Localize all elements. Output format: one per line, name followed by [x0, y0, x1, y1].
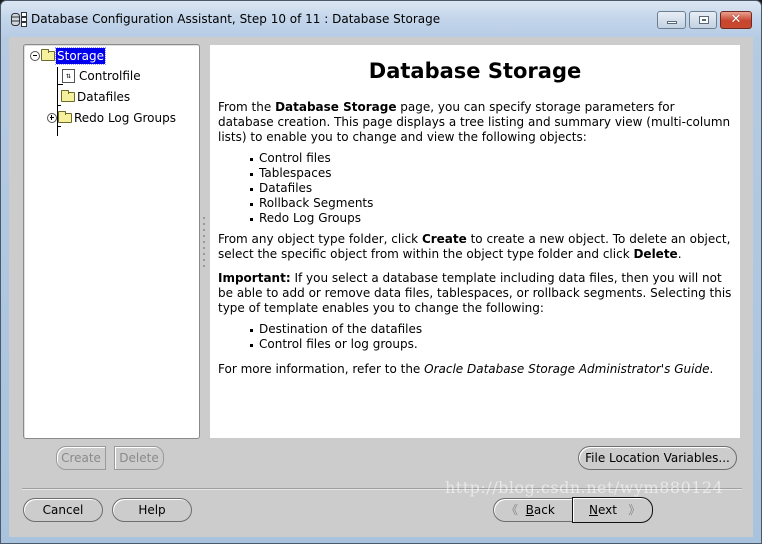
folder-icon	[61, 90, 75, 102]
tree-node-datafiles[interactable]: Datafiles	[61, 88, 131, 106]
expand-icon[interactable]	[47, 113, 57, 123]
mnemonic: B	[525, 503, 534, 517]
title-bar[interactable]: Database Configuration Assistant, Step 1…	[1, 1, 761, 37]
list-item: Redo Log Groups	[250, 211, 732, 226]
help-content-pane: Database Storage From the Database Stora…	[210, 45, 740, 438]
important-paragraph: Important: If you select a database temp…	[218, 271, 732, 316]
file-location-variables-button[interactable]: File Location Variables...	[578, 446, 737, 470]
text: For more information, refer to the	[218, 362, 425, 376]
list-item: Rollback Segments	[250, 196, 732, 211]
button-label: ext	[597, 503, 617, 517]
chevron-left-icon: 《	[506, 503, 519, 517]
text: .	[709, 362, 714, 376]
chevron-right-icon: 》	[628, 503, 641, 517]
help-button[interactable]: Help	[112, 498, 192, 522]
italic-text: Oracle Database Storage Administrator's …	[424, 362, 710, 376]
separator	[22, 488, 742, 489]
list-item: Tablespaces	[250, 166, 732, 181]
tree-node-label: Datafiles	[77, 90, 131, 104]
dbca-window: Database Configuration Assistant, Step 1…	[0, 0, 762, 544]
minimize-icon	[667, 21, 677, 24]
folder-icon	[41, 49, 55, 61]
list-item: Datafiles	[250, 181, 732, 196]
bold-text: Create	[421, 232, 467, 246]
text: If you select a database template includ…	[218, 271, 732, 315]
cancel-button[interactable]: Cancel	[23, 498, 103, 522]
bold-text: Important:	[218, 271, 291, 285]
list-item: Destination of the datafiles	[250, 322, 732, 337]
back-button[interactable]: 《 Back	[493, 498, 573, 522]
button-label: ack	[533, 503, 555, 517]
tree-node-redo-log-groups[interactable]: Redo Log Groups	[47, 109, 177, 127]
intro-paragraph: From the Database Storage page, you can …	[218, 100, 732, 145]
create-button[interactable]: Create	[56, 446, 106, 470]
bold-text: Database Storage	[275, 100, 397, 114]
collapse-icon[interactable]	[30, 51, 40, 61]
next-button[interactable]: Next 》	[572, 497, 653, 523]
text: .	[677, 247, 682, 261]
tree-node-label: Redo Log Groups	[74, 111, 176, 125]
bold-text: Delete	[633, 247, 678, 261]
text: From the	[218, 100, 276, 114]
window-title: Database Configuration Assistant, Step 1…	[31, 12, 441, 26]
close-icon: ✕	[730, 12, 742, 27]
maximize-icon	[699, 16, 709, 24]
panel-splitter[interactable]	[202, 217, 206, 277]
text: From any object type folder, click	[218, 232, 422, 246]
dialog-body: Storage ⇅ Controlfile Datafiles Redo Log…	[9, 37, 753, 537]
delete-button[interactable]: Delete	[114, 446, 164, 470]
page-title: Database Storage	[368, 59, 582, 83]
objects-list: Control files Tablespaces Datafiles Roll…	[250, 151, 732, 226]
storage-tree[interactable]: Storage ⇅ Controlfile Datafiles Redo Log…	[23, 44, 200, 439]
maximize-button[interactable]	[689, 11, 717, 29]
close-button[interactable]: ✕	[720, 11, 752, 29]
tree-node-storage[interactable]: Storage	[30, 47, 106, 65]
folder-icon	[58, 111, 72, 123]
list-item: Control files	[250, 151, 732, 166]
app-icon	[11, 12, 27, 27]
mnemonic: N	[589, 503, 598, 517]
controlfile-document-icon: ⇅	[62, 69, 75, 83]
minimize-button[interactable]	[657, 11, 686, 29]
list-item: Control files or log groups.	[250, 337, 732, 352]
template-changes-list: Destination of the datafiles Control fil…	[250, 322, 732, 352]
tree-node-controlfile[interactable]: ⇅ Controlfile	[62, 67, 142, 85]
more-info-paragraph: For more information, refer to the Oracl…	[218, 362, 732, 377]
create-delete-paragraph: From any object type folder, click Creat…	[218, 232, 732, 262]
tree-node-label: Controlfile	[79, 69, 141, 83]
tree-node-label: Storage	[55, 47, 106, 65]
